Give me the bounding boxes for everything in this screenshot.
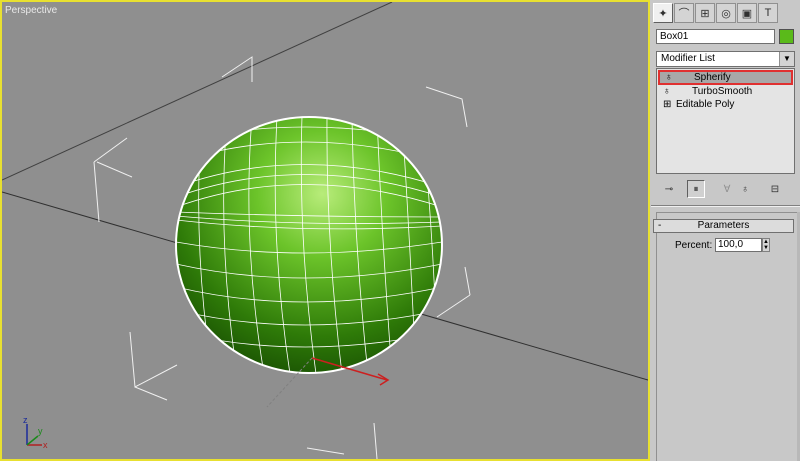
axis-y-label: y [38, 426, 43, 436]
command-panel-tabs: ✦ ⌒ ⊞ ◎ ▣ T [653, 3, 799, 25]
viewport-label[interactable]: Perspective [5, 5, 57, 16]
scene-canvas[interactable]: z x y [2, 2, 648, 459]
perspective-viewport[interactable]: z x y Perspective [0, 0, 650, 461]
remove-modifier-icon[interactable]: ♁ [736, 180, 754, 198]
object-name-field[interactable]: Box01 [656, 29, 775, 44]
rollout-title: Parameters [697, 220, 750, 231]
command-panel: ✦ ⌒ ⊞ ◎ ▣ T Box01 Modifier List ▼ ♁ Sphe… [651, 0, 800, 461]
plus-box-icon[interactable]: ⊞ [663, 99, 673, 111]
percent-spinner[interactable]: ▲ ▼ [762, 238, 770, 252]
hierarchy-tab[interactable]: ⊞ [695, 3, 715, 23]
hammer-icon: T [764, 7, 772, 19]
stack-item-label: Editable Poly [676, 99, 735, 110]
configure-sets-icon[interactable]: ⊟ [766, 180, 784, 198]
stack-item-label: TurboSmooth [692, 86, 753, 97]
stack-item-spherify[interactable]: ♁ Spherify [658, 70, 793, 85]
chevron-down-icon[interactable]: ▼ [779, 52, 794, 66]
show-end-result-icon[interactable]: ⏸ [687, 180, 705, 198]
display-monitor-icon: ▣ [741, 7, 753, 20]
panel-divider [651, 205, 800, 207]
percent-row: Percent: 100,0 ▲ ▼ [651, 238, 800, 254]
stack-item-label: Spherify [694, 72, 731, 83]
parameters-rollout-header[interactable]: - Parameters [653, 219, 794, 233]
lightbulb-icon[interactable]: ♁ [665, 72, 675, 83]
stack-toolbar: ⊸ ⏸ ∀ ♁ ⊟ [656, 180, 796, 200]
modifier-list-label: Modifier List [661, 53, 715, 64]
modifier-list-dropdown[interactable]: Modifier List ▼ [656, 51, 795, 67]
utilities-tab[interactable]: T [758, 3, 778, 23]
make-unique-icon[interactable]: ∀ [718, 180, 736, 198]
axis-x-label: x [43, 440, 48, 450]
pin-stack-icon[interactable]: ⊸ [660, 180, 678, 198]
modify-bend-icon: ⌒ [678, 8, 690, 20]
axis-z-label: z [23, 415, 28, 425]
modify-tab[interactable]: ⌒ [674, 3, 694, 23]
percent-label: Percent: [675, 240, 713, 251]
stack-item-editable-poly[interactable]: ⊞ Editable Poly [658, 99, 793, 111]
hierarchy-icon: ⊞ [700, 7, 710, 20]
motion-icon: ◎ [721, 7, 731, 20]
stack-item-turbosmooth[interactable]: ♁ TurboSmooth [658, 86, 793, 98]
modifier-stack: ♁ Spherify ♁ TurboSmooth ⊞ Editable Poly [656, 68, 795, 174]
spherified-box-object[interactable] [175, 116, 443, 374]
motion-tab[interactable]: ◎ [716, 3, 736, 23]
object-name-row: Box01 [656, 29, 796, 46]
cursor-star-icon: ✦ [658, 7, 668, 20]
axis-tripod-icon: z x y [23, 415, 48, 450]
collapse-icon: - [658, 220, 662, 231]
percent-field[interactable]: 100,0 [715, 238, 762, 252]
lightbulb-icon[interactable]: ♁ [663, 86, 673, 98]
display-tab[interactable]: ▣ [737, 3, 757, 23]
create-tab[interactable]: ✦ [653, 3, 673, 23]
object-color-swatch[interactable] [779, 29, 794, 44]
